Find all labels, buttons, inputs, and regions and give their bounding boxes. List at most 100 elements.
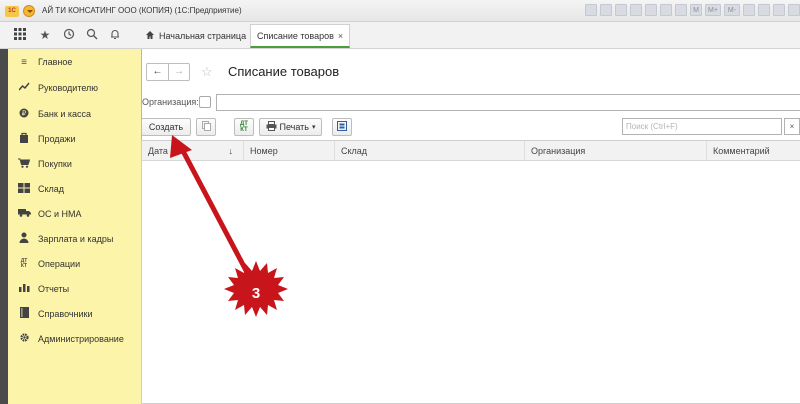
table-header: Дата ↓ Номер Склад Организация Комментар…: [142, 141, 800, 161]
sidebar-item-label: Главное: [38, 57, 73, 67]
create-button[interactable]: Создать: [141, 118, 191, 136]
dt-kt-label: ДТ КТ: [240, 121, 248, 133]
column-header-label: Номер: [250, 146, 278, 156]
sort-arrow-icon: ↓: [228, 146, 234, 156]
save-icon[interactable]: [645, 4, 657, 16]
page-title: Списание товаров: [228, 64, 340, 79]
document-list-form: ← → ☆ Списание товаров Организация: Созд…: [141, 49, 800, 404]
bar-chart-icon: [17, 283, 31, 295]
dt-kt-icon: ДТ КТ: [20, 258, 28, 269]
sidebar-item-label: Справочники: [38, 309, 93, 319]
sidebar-item-warehouse[interactable]: Склад: [8, 178, 142, 200]
tab-spisanie[interactable]: Списание товаров ×: [250, 24, 351, 48]
search-icon[interactable]: [85, 28, 99, 42]
documents-table[interactable]: Дата ↓ Номер Склад Организация Комментар…: [141, 140, 800, 404]
history-icon[interactable]: [62, 28, 76, 42]
sections-sidebar: ≡ Главное Руководителю ₽ Банк и касса Пр…: [8, 49, 142, 404]
bell-icon[interactable]: [108, 28, 122, 42]
favorites-star-icon[interactable]: ★: [38, 28, 52, 42]
preview-icon[interactable]: [615, 4, 627, 16]
grid-menu-icon[interactable]: [13, 28, 27, 42]
cart-icon: [17, 158, 31, 171]
sidebar-item-director[interactable]: Руководителю: [8, 77, 142, 99]
memory-mplus-button[interactable]: M+: [705, 4, 721, 16]
book-icon: [17, 307, 31, 321]
home-icon: [145, 30, 155, 42]
trend-icon: [17, 82, 31, 94]
copy-icon: [201, 121, 211, 133]
copy-window-icon[interactable]: [758, 4, 770, 16]
column-header-label: Склад: [341, 146, 368, 156]
tab-spisanie-label: Списание товаров: [257, 30, 334, 41]
sidebar-item-label: Администрирование: [38, 334, 124, 344]
print-button[interactable]: Печать ▾: [259, 118, 322, 136]
structure-button[interactable]: [332, 118, 352, 136]
sidebar-item-label: Отчеты: [38, 284, 70, 294]
print-icon: [266, 121, 277, 133]
column-header-label: Организация: [531, 146, 586, 156]
sidebar-item-label: Операции: [38, 259, 81, 269]
column-header-number[interactable]: Номер: [244, 141, 335, 161]
print-button-label: Печать: [279, 122, 309, 132]
column-header-date[interactable]: Дата ↓: [142, 141, 244, 161]
back-arrow-icon[interactable]: ←: [147, 64, 168, 80]
column-header-warehouse[interactable]: Склад: [335, 141, 525, 161]
sidebar-item-main[interactable]: ≡ Главное: [8, 51, 142, 73]
memory-mminus-button[interactable]: M-: [724, 4, 740, 16]
sidebar-item-salary[interactable]: Зарплата и кадры: [8, 228, 142, 250]
calendar-icon[interactable]: [585, 4, 597, 16]
person-icon: [17, 232, 31, 246]
coin-icon: ₽: [17, 108, 31, 121]
print-icon[interactable]: [600, 4, 612, 16]
calendar-grid-icon[interactable]: [660, 4, 672, 16]
sidebar-item-reports[interactable]: Отчеты: [8, 278, 142, 300]
tab-home[interactable]: Начальная страница: [137, 22, 254, 49]
dt-kt-button[interactable]: ДТ КТ: [234, 118, 254, 136]
forward-arrow-icon[interactable]: →: [167, 64, 189, 80]
window-icon[interactable]: [743, 4, 755, 16]
bag-icon: [17, 132, 31, 146]
sidebar-item-admin[interactable]: Администрирование: [8, 328, 142, 350]
nav-buttons: ← →: [146, 63, 190, 81]
sidebar-item-label: Продажи: [38, 134, 76, 144]
app-logo-icon: 1С: [5, 6, 19, 17]
sidebar-item-purchases[interactable]: Покупки: [8, 153, 142, 175]
search-input[interactable]: Поиск (Ctrl+F): [622, 118, 782, 135]
history-icon[interactable]: [788, 4, 800, 16]
memory-m-button[interactable]: M: [690, 4, 702, 16]
column-header-label: Дата: [148, 146, 168, 156]
title-toolbar: M M+ M-: [585, 4, 800, 18]
sidebar-item-label: Банк и касса: [38, 109, 91, 119]
sidebar-item-sales[interactable]: Продажи: [8, 128, 142, 150]
structure-icon: [337, 120, 347, 134]
column-header-organization[interactable]: Организация: [525, 141, 707, 161]
sidebar-item-operations[interactable]: ДТ КТ Операции: [8, 253, 142, 275]
menu-icon: ≡: [21, 56, 27, 68]
org-filter-input[interactable]: [216, 94, 800, 111]
calc-icon[interactable]: [675, 4, 687, 16]
chevron-down-icon: ▾: [311, 124, 316, 131]
attach-icon[interactable]: [630, 4, 642, 16]
sidebar-item-catalogs[interactable]: Справочники: [8, 303, 142, 325]
bell-icon[interactable]: [773, 4, 785, 16]
sidebar-item-label: Склад: [38, 184, 65, 194]
favorite-star-icon[interactable]: ☆: [201, 63, 213, 81]
search-clear-button[interactable]: ×: [784, 118, 800, 135]
sidebar-item-label: ОС и НМА: [38, 209, 82, 219]
section-toolbar: ★ Начальная страница Списание товаров ×: [0, 22, 800, 49]
sidebar-item-label: Руководителю: [38, 83, 99, 93]
create-button-label: Создать: [148, 122, 184, 132]
truck-icon: [17, 208, 31, 220]
column-header-comment[interactable]: Комментарий: [707, 141, 800, 161]
title-bar: 1С АЙ ТИ КОНСАТИНГ ООО (КОПИЯ) (1С:Предп…: [0, 0, 800, 22]
tab-close-icon[interactable]: ×: [338, 31, 343, 41]
org-filter-label: Организация:: [142, 97, 199, 107]
main-menu-button[interactable]: [23, 5, 35, 17]
copy-button[interactable]: [196, 118, 216, 136]
column-header-label: Комментарий: [713, 146, 770, 156]
sidebar-item-label: Зарплата и кадры: [38, 234, 114, 244]
org-filter-checkbox[interactable]: [199, 96, 211, 108]
tab-home-label: Начальная страница: [159, 30, 247, 41]
sidebar-item-fixed-assets[interactable]: ОС и НМА: [8, 203, 142, 225]
sidebar-item-bank[interactable]: ₽ Банк и касса: [8, 103, 142, 125]
